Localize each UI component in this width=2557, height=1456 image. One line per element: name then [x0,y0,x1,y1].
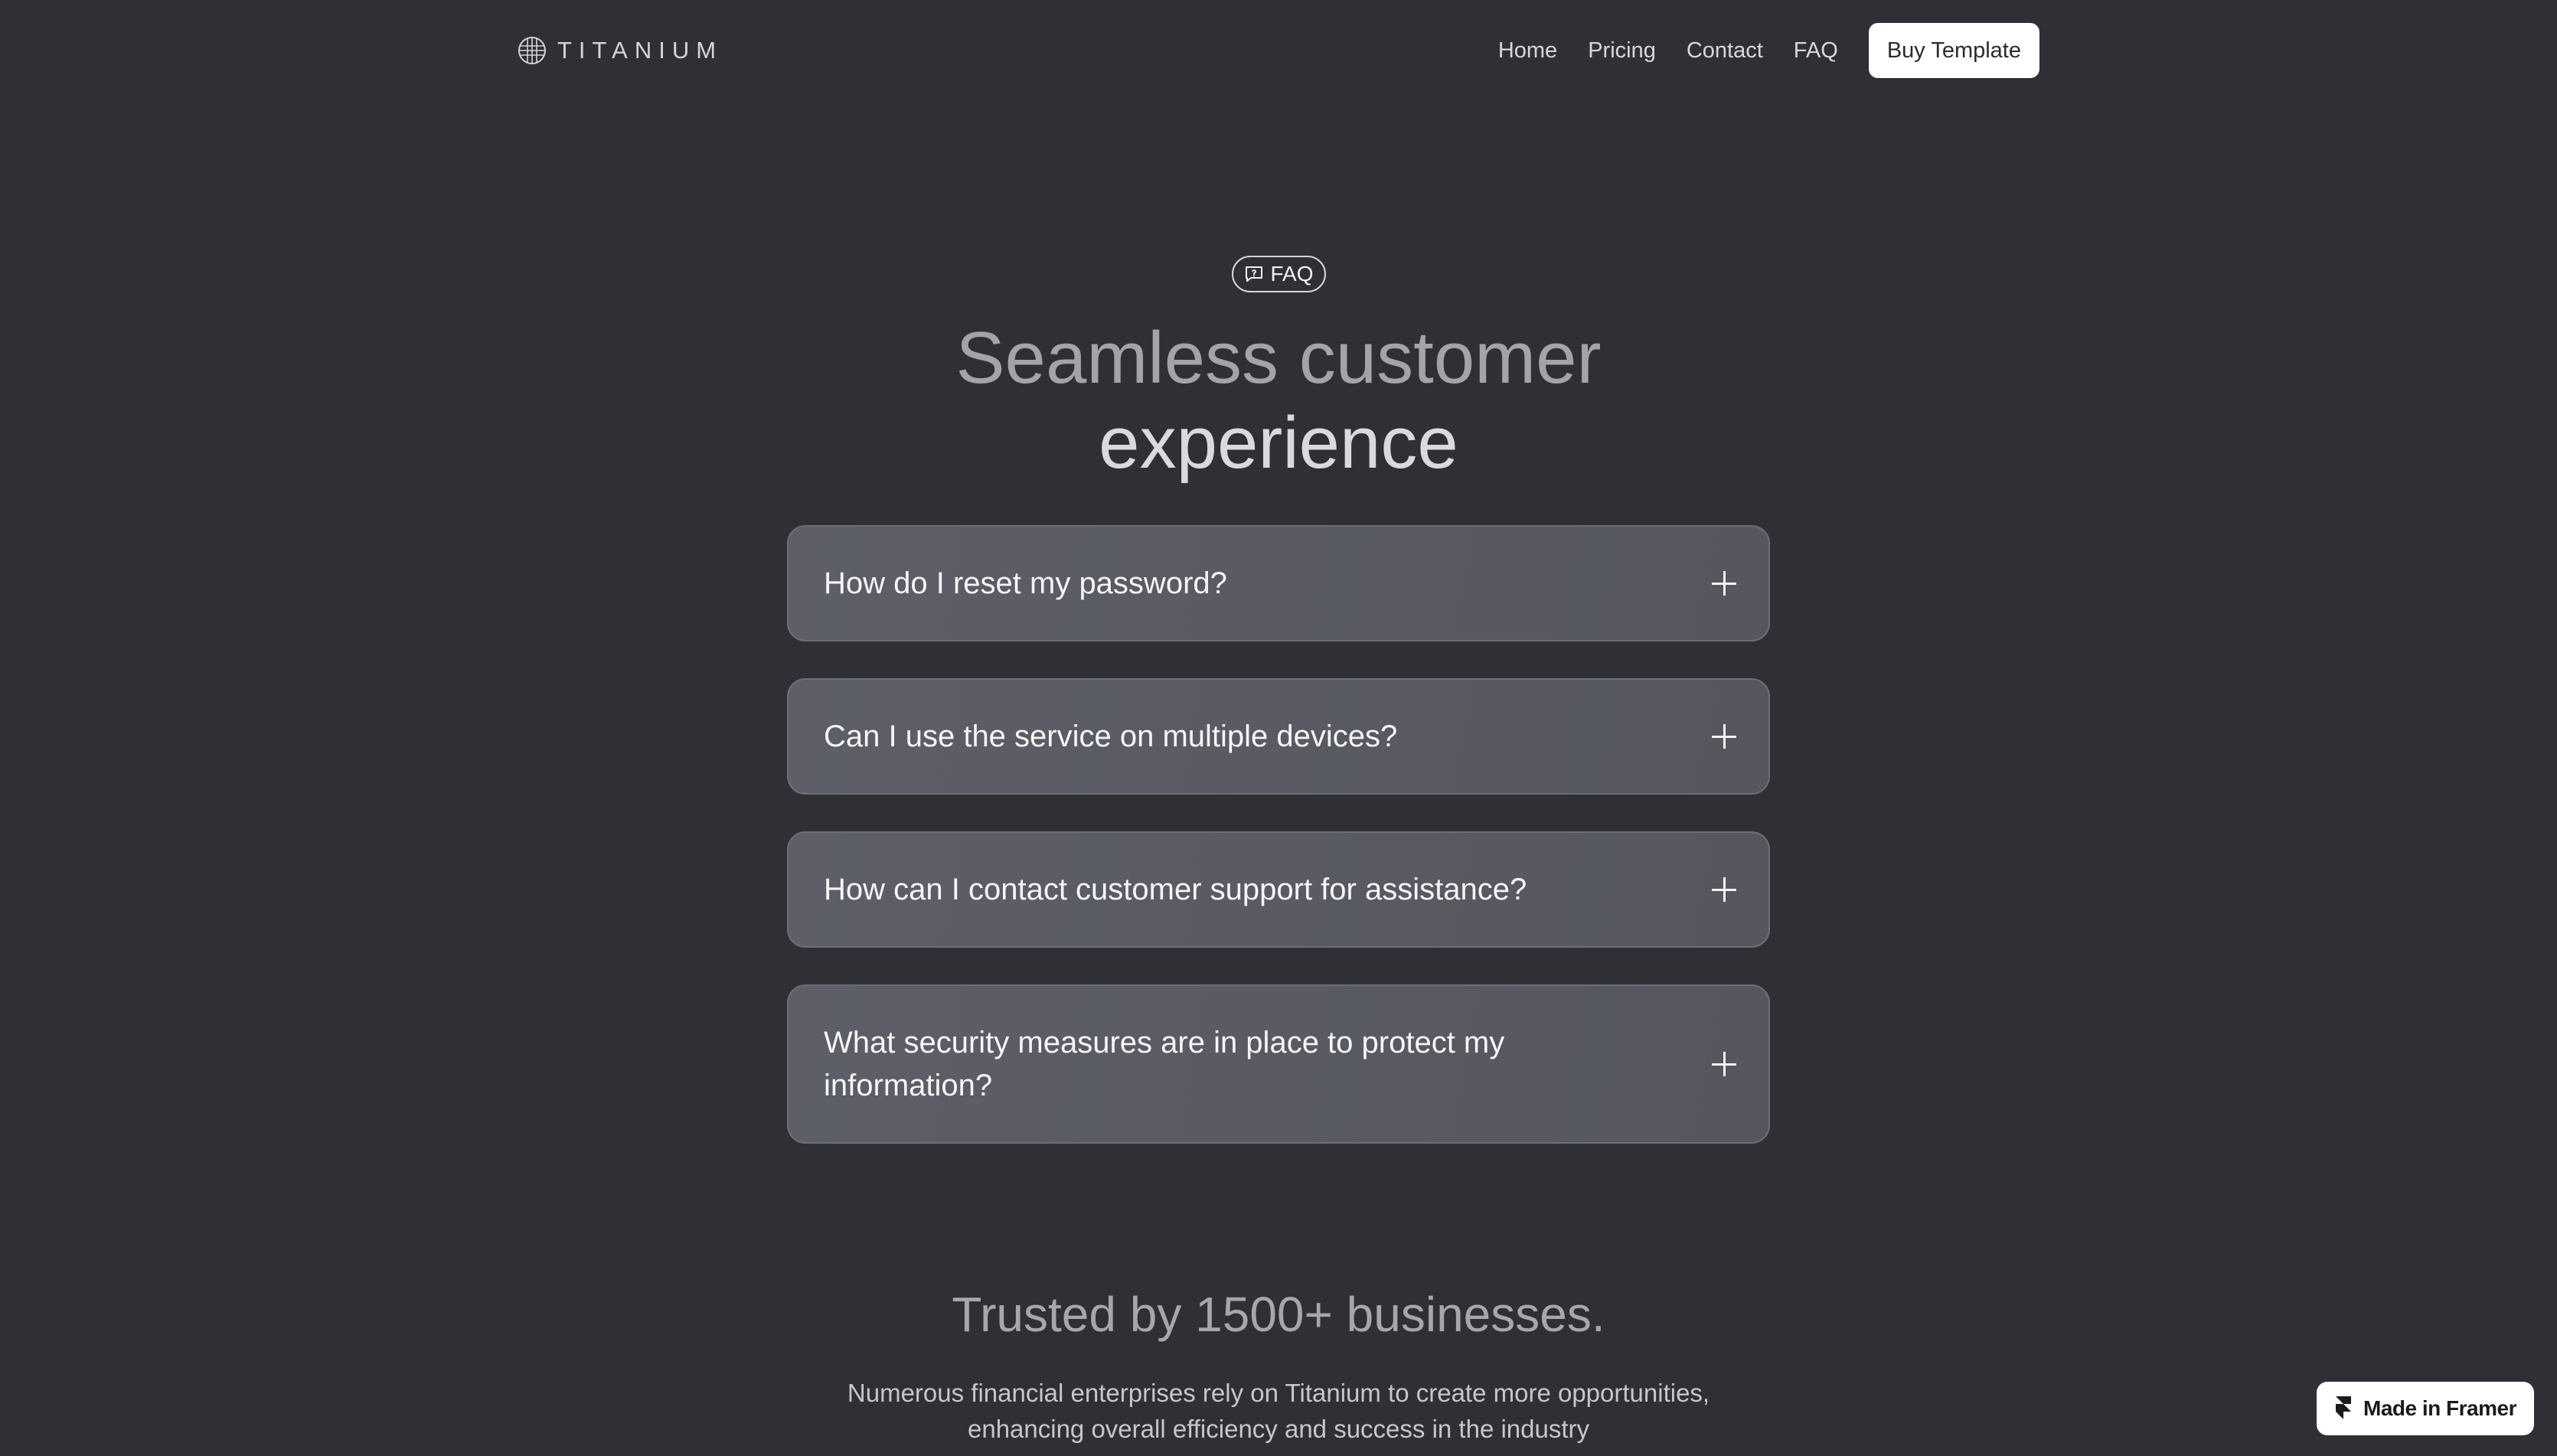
faq-item-security-measures[interactable]: What security measures are in place to p… [787,984,1770,1144]
faq-question: How can I contact customer support for a… [824,873,1527,906]
page-title-line-1: Seamless customer [955,317,1602,399]
made-in-framer-badge[interactable]: Made in Framer [2317,1382,2534,1435]
framer-logo-icon [2336,1396,2352,1419]
made-in-framer-label: Made in Framer [2363,1396,2516,1420]
plus-icon[interactable] [1712,1052,1736,1076]
nav-link-pricing[interactable]: Pricing [1588,38,1656,64]
plus-icon[interactable] [1712,571,1736,596]
faq-item-multiple-devices[interactable]: Can I use the service on multiple device… [787,678,1770,795]
plus-icon[interactable] [1712,877,1736,902]
faq-badge: FAQ [1232,256,1326,292]
trusted-description: Numerous financial enterprises rely on T… [847,1379,1710,1443]
buy-template-button[interactable]: Buy Template [1868,23,2039,78]
trusted-heading: Trusted by 1500+ businesses. [952,1287,1605,1342]
page-title: Seamless customer experience [0,315,2557,485]
page-title-line-2: experience [1099,402,1458,484]
faq-question: How do I reset my password? [824,566,1227,600]
faq-item-reset-password[interactable]: How do I reset my password? [787,525,1770,641]
brand-name: TITANIUM [557,37,723,64]
faq-question: What security measures are in place to p… [824,1026,1505,1102]
chat-bubble-question-icon [1246,266,1263,282]
page: TITANIUM Home Pricing Contact FAQ Buy Te… [0,0,2557,1456]
nav-link-home[interactable]: Home [1498,38,1557,64]
nav-link-contact[interactable]: Contact [1687,38,1763,64]
titanium-logo-icon [518,37,546,64]
faq-item-contact-support[interactable]: How can I contact customer support for a… [787,831,1770,948]
top-navigation: TITANIUM Home Pricing Contact FAQ Buy Te… [518,23,2039,78]
nav-link-faq[interactable]: FAQ [1794,38,1838,64]
faq-badge-label: FAQ [1270,262,1314,286]
faq-question: Can I use the service on multiple device… [824,720,1398,753]
brand-logo[interactable]: TITANIUM [518,23,723,78]
plus-icon[interactable] [1712,724,1736,749]
nav-links: Home Pricing Contact FAQ Buy Template [1498,23,2039,78]
